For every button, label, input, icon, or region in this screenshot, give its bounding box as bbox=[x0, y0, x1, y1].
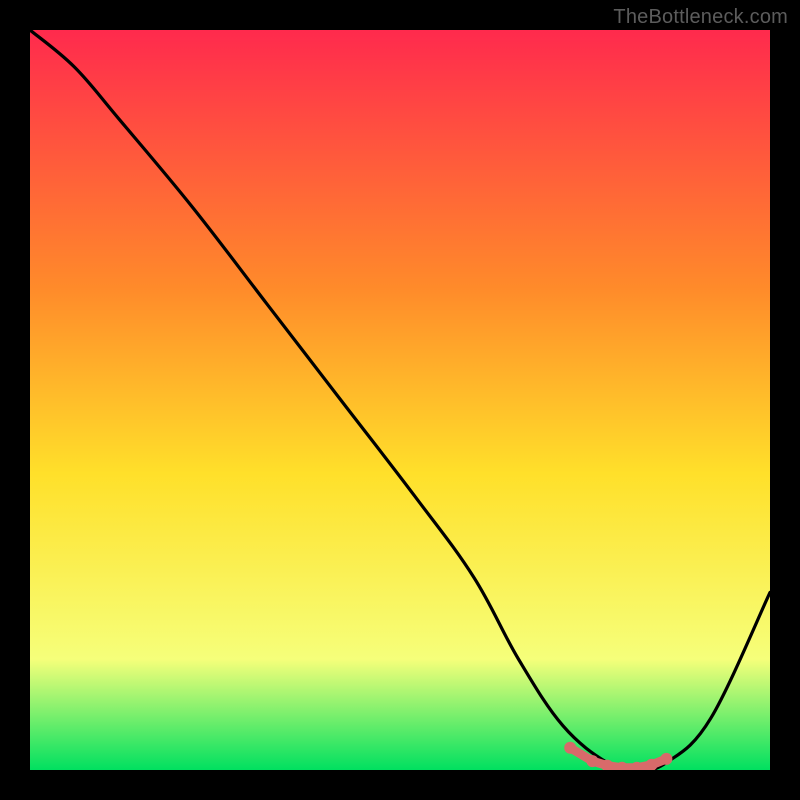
gradient-background bbox=[30, 30, 770, 770]
chart-frame: TheBottleneck.com bbox=[0, 0, 800, 800]
watermark-text: TheBottleneck.com bbox=[613, 6, 788, 29]
chart-plot-area bbox=[30, 30, 770, 770]
optimal-marker-dot bbox=[586, 755, 598, 767]
optimal-marker-dot bbox=[660, 753, 672, 765]
optimal-marker-dot bbox=[564, 742, 576, 754]
chart-svg bbox=[30, 30, 770, 770]
